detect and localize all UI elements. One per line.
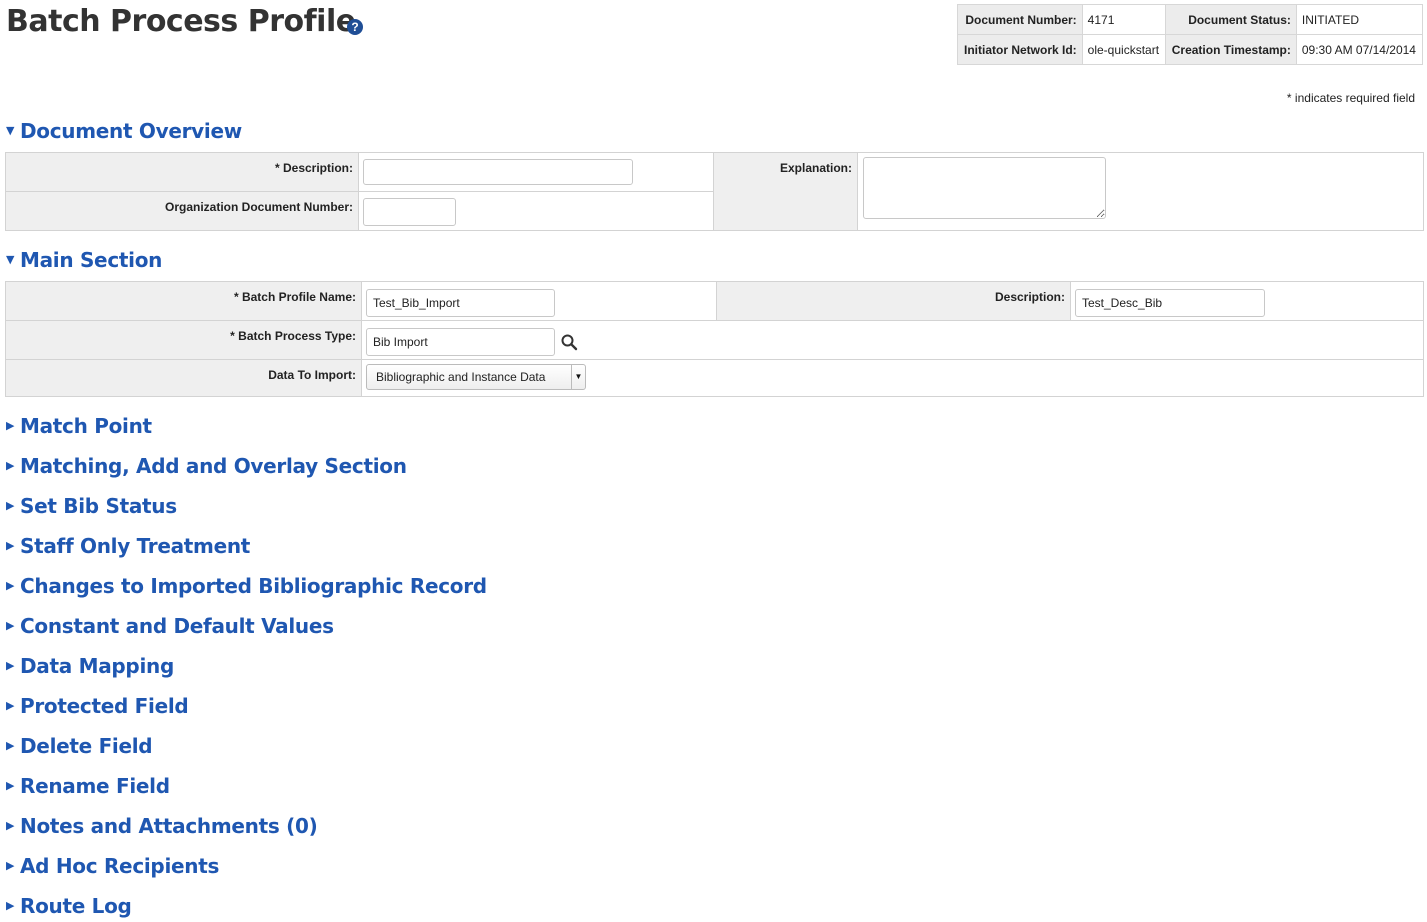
main-description-cell (1071, 282, 1423, 320)
batch-process-type-cell (361, 321, 1423, 359)
org-doc-number-input[interactable] (363, 198, 456, 226)
section-header-changes-to-imported-record[interactable]: ▶ Changes to Imported Bibliographic Recor… (6, 573, 487, 599)
section-header-main-section[interactable]: ▼ Main Section (6, 247, 162, 273)
document-header-table: Document Number: 4171 Document Status: I… (957, 4, 1424, 65)
document-number-label: Document Number: (957, 4, 1083, 35)
section-title: Route Log (20, 894, 132, 918)
main-description-input[interactable] (1075, 289, 1265, 317)
triangle-right-icon: ▶ (6, 738, 15, 752)
section-title: Document Overview (20, 119, 242, 143)
triangle-right-icon: ▶ (6, 498, 15, 512)
section-header-route-log[interactable]: ▶ Route Log (6, 893, 132, 919)
column-divider (361, 282, 362, 396)
required-field-note: * indicates required field (1286, 91, 1415, 105)
chevron-down-icon: ▼ (571, 365, 585, 389)
section-header-rename-field[interactable]: ▶ Rename Field (6, 773, 170, 799)
data-to-import-select[interactable]: Bibliographic and Instance Data ▼ (366, 364, 586, 390)
batch-profile-name-cell (361, 282, 716, 320)
section-title: Match Point (20, 414, 152, 438)
section-title: Constant and Default Values (20, 614, 334, 638)
section-header-data-mapping[interactable]: ▶ Data Mapping (6, 653, 174, 679)
section-header-match-point[interactable]: ▶ Match Point (6, 413, 152, 439)
org-doc-number-cell (358, 192, 713, 230)
description-input[interactable] (363, 159, 633, 185)
data-to-import-label: Data To Import: (6, 360, 361, 396)
description-cell (358, 153, 713, 191)
creation-timestamp-value: 09:30 AM 07/14/2014 (1295, 34, 1424, 65)
batch-profile-name-input[interactable] (366, 289, 555, 317)
document-number-value: 4171 (1081, 4, 1166, 35)
description-label: * Description: (6, 153, 358, 191)
section-title: Delete Field (20, 734, 153, 758)
triangle-right-icon: ▶ (6, 658, 15, 672)
triangle-right-icon: ▶ (6, 778, 15, 792)
initiator-label: Initiator Network Id: (957, 34, 1083, 65)
section-title: Protected Field (20, 694, 189, 718)
section-title: Set Bib Status (20, 494, 177, 518)
section-title: Matching, Add and Overlay Section (20, 454, 407, 478)
triangle-right-icon: ▶ (6, 538, 15, 552)
triangle-right-icon: ▶ (6, 898, 15, 912)
main-section-panel: * Batch Profile Name: Description: * Bat… (5, 281, 1424, 397)
explanation-cell (858, 153, 1423, 230)
section-header-protected-field[interactable]: ▶ Protected Field (6, 693, 189, 719)
creation-timestamp-label: Creation Timestamp: (1164, 34, 1297, 65)
batch-process-type-input[interactable] (366, 328, 555, 356)
main-description-label: Description: (717, 282, 1070, 320)
section-title: Data Mapping (20, 654, 174, 678)
section-header-matching-add-overlay[interactable]: ▶ Matching, Add and Overlay Section (6, 453, 407, 479)
data-to-import-selected: Bibliographic and Instance Data (376, 370, 546, 384)
triangle-right-icon: ▶ (6, 818, 15, 832)
explanation-textarea[interactable] (863, 157, 1106, 219)
section-header-document-overview[interactable]: ▼ Document Overview (6, 118, 242, 144)
document-status-value: INITIATED (1295, 4, 1424, 35)
triangle-right-icon: ▶ (6, 578, 15, 592)
triangle-down-icon: ▼ (6, 123, 15, 137)
org-doc-number-label: Organization Document Number: (6, 192, 358, 230)
section-header-notes-attachments[interactable]: ▶ Notes and Attachments (0) (6, 813, 318, 839)
help-icon[interactable]: ? (347, 19, 363, 35)
section-header-ad-hoc-recipients[interactable]: ▶ Ad Hoc Recipients (6, 853, 219, 879)
triangle-right-icon: ▶ (6, 458, 15, 472)
batch-profile-name-label: * Batch Profile Name: (6, 282, 361, 320)
section-header-constant-default-values[interactable]: ▶ Constant and Default Values (6, 613, 334, 639)
batch-process-type-label: * Batch Process Type: (6, 321, 361, 359)
document-status-label: Document Status: (1164, 4, 1297, 35)
triangle-right-icon: ▶ (6, 698, 15, 712)
section-header-staff-only-treatment[interactable]: ▶ Staff Only Treatment (6, 533, 250, 559)
data-to-import-cell: Bibliographic and Instance Data ▼ (361, 360, 1423, 396)
section-title: Ad Hoc Recipients (20, 854, 220, 878)
section-title: Staff Only Treatment (20, 534, 251, 558)
section-title: Notes and Attachments (0) (20, 814, 318, 838)
section-header-delete-field[interactable]: ▶ Delete Field (6, 733, 153, 759)
triangle-right-icon: ▶ (6, 858, 15, 872)
column-divider (358, 153, 359, 230)
search-icon[interactable] (561, 334, 578, 351)
section-header-set-bib-status[interactable]: ▶ Set Bib Status (6, 493, 177, 519)
page-title: Batch Process Profile (6, 4, 356, 39)
explanation-label: Explanation: (714, 153, 857, 230)
section-title: Main Section (20, 248, 163, 272)
triangle-right-icon: ▶ (6, 418, 15, 432)
initiator-value: ole-quickstart (1081, 34, 1166, 65)
section-title: Rename Field (20, 774, 170, 798)
section-title: Changes to Imported Bibliographic Record (20, 574, 487, 598)
triangle-down-icon: ▼ (6, 252, 15, 266)
triangle-right-icon: ▶ (6, 618, 15, 632)
document-overview-panel: * Description: Organization Document Num… (5, 152, 1424, 231)
